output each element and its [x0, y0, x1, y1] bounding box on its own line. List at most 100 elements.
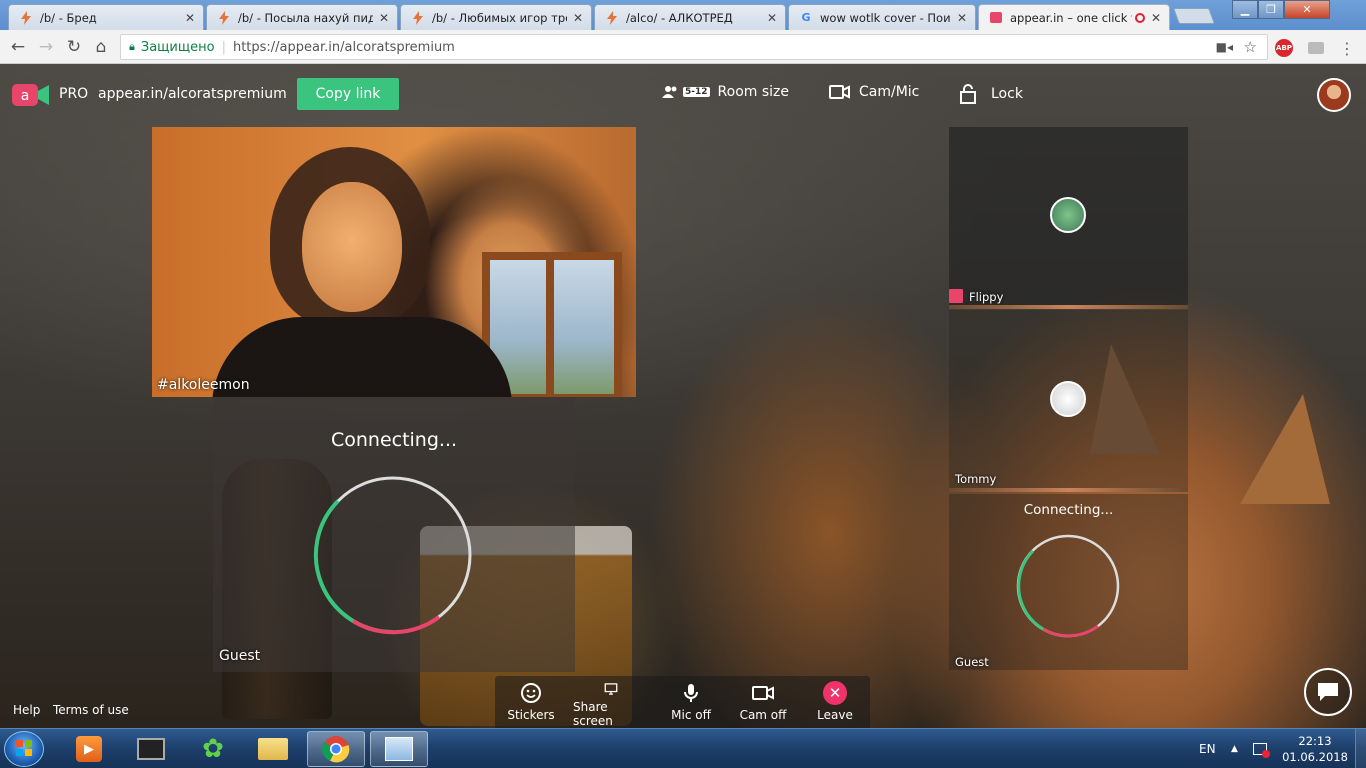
clock[interactable]: 22:13 01.06.2018	[1282, 733, 1348, 765]
camera-icon	[829, 85, 850, 99]
separator: |	[221, 39, 226, 55]
room-size-label: Room size	[717, 84, 789, 100]
extension-icon[interactable]	[1307, 39, 1325, 57]
appear-logo-icon[interactable]: a	[12, 80, 50, 110]
new-tab-button[interactable]	[1173, 8, 1215, 24]
participant-name: Guest	[219, 648, 261, 664]
home-icon[interactable]: ⌂	[91, 37, 111, 57]
help-link[interactable]: Help	[13, 703, 40, 717]
cam-mic-button[interactable]: Cam/Mic	[829, 84, 919, 100]
microphone-icon	[684, 684, 698, 702]
bookmark-star-icon[interactable]: ☆	[1244, 38, 1257, 56]
windows-taskbar: ▶ ✿ EN ▲ 22:13 01.06.2018	[0, 728, 1366, 768]
lock-room-button[interactable]: Lock	[960, 84, 1023, 104]
close-icon[interactable]: ✕	[1149, 11, 1163, 25]
participant-name: Flippy	[969, 290, 1004, 304]
taskbar-chrome[interactable]	[307, 731, 365, 767]
person-face-shape	[302, 182, 402, 312]
mic-off-button[interactable]: Mic off	[665, 676, 717, 728]
adblock-icon[interactable]: ABP	[1275, 39, 1293, 57]
video-tile-flippy[interactable]: Flippy	[949, 127, 1188, 305]
lightning-icon	[19, 10, 33, 25]
tab-b-igor[interactable]: /b/ - Любимых игор тре ✕	[400, 4, 592, 30]
close-icon[interactable]: ✕	[765, 11, 779, 25]
tile-divider	[949, 305, 1188, 309]
participant-name: #alkoleemon	[157, 377, 250, 393]
control-panel-icon	[385, 737, 413, 761]
tab-title: appear.in – one click v	[1010, 10, 1132, 25]
lock-icon: 🔒︎	[129, 40, 135, 53]
windows-logo-icon	[16, 740, 32, 756]
clock-time: 22:13	[1298, 734, 1332, 748]
appear-page: a PRO appear.in/alcoratspremium Copy lin…	[0, 64, 1366, 728]
connecting-status: Connecting...	[330, 429, 458, 451]
room-size-badge: 5-12	[683, 87, 710, 97]
reload-icon[interactable]: ↻	[64, 37, 84, 57]
tab-b-posyla[interactable]: /b/ - Посыла нахуй пида ✕	[206, 4, 398, 30]
room-header: a PRO appear.in/alcoratspremium Copy lin…	[0, 64, 1366, 126]
mic-off-label: Mic off	[671, 708, 711, 722]
video-tile-guest[interactable]: Connecting... Guest	[213, 397, 575, 672]
smiley-icon	[521, 683, 541, 703]
appear-icon	[989, 11, 1003, 25]
video-tile-tommy[interactable]: Tommy	[949, 310, 1188, 488]
tab-appear-in[interactable]: appear.in – one click v ✕	[978, 4, 1170, 30]
chat-button[interactable]	[1304, 668, 1352, 716]
forward-arrow-icon[interactable]: →	[36, 37, 56, 57]
language-indicator[interactable]: EN	[1199, 729, 1216, 768]
close-window-button[interactable]: ✕	[1284, 0, 1330, 19]
address-bar[interactable]: 🔒︎ Защищено | https://appear.in/alcorats…	[120, 34, 1268, 60]
flower-icon: ✿	[202, 734, 224, 764]
connecting-status: Connecting...	[1023, 502, 1114, 518]
tab-google-search[interactable]: G wow wotlk cover - Поиск ✕	[788, 4, 976, 30]
back-arrow-icon[interactable]: ←	[8, 37, 28, 57]
camera-icon	[752, 686, 774, 700]
terms-link[interactable]: Terms of use	[53, 703, 129, 717]
copy-link-button[interactable]: Copy link	[297, 78, 399, 110]
stickers-button[interactable]: Stickers	[507, 676, 555, 728]
close-icon[interactable]: ✕	[183, 11, 197, 25]
cam-off-button[interactable]: Cam off	[737, 676, 789, 728]
tray-expand-icon[interactable]: ▲	[1231, 729, 1238, 768]
user-avatar[interactable]	[1317, 78, 1351, 112]
tab-title: wow wotlk cover - Поиск	[820, 10, 951, 25]
cam-off-label: Cam off	[739, 708, 787, 722]
leave-button[interactable]: ✕ Leave	[813, 676, 857, 728]
taskbar-media-player[interactable]: ▶	[60, 731, 118, 767]
svg-text:a: a	[21, 88, 30, 104]
tab-b-bred[interactable]: /b/ - Бред ✕	[8, 4, 204, 30]
start-button[interactable]	[4, 731, 44, 767]
tab-title: /b/ - Посыла нахуй пида	[238, 10, 373, 25]
tab-alco[interactable]: /alco/ - АЛКОТРЕД ✕	[594, 4, 786, 30]
tile-divider	[949, 488, 1188, 492]
tab-title: /b/ - Любимых игор тре	[432, 10, 567, 25]
browser-tabstrip: /b/ - Бред ✕ /b/ - Посыла нахуй пида ✕ /…	[0, 0, 1366, 30]
folder-icon	[258, 738, 288, 760]
taskbar-icq[interactable]: ✿	[184, 731, 242, 767]
close-icon[interactable]: ✕	[571, 11, 585, 25]
share-screen-button[interactable]: Share screen	[573, 676, 649, 728]
browser-toolbar: ← → ↻ ⌂ 🔒︎ Защищено | https://appear.in/…	[0, 30, 1366, 64]
network-icon[interactable]	[1253, 729, 1270, 768]
people-icon	[662, 86, 677, 98]
secure-label: Защищено	[140, 39, 215, 55]
taskbar-control-panel[interactable]	[370, 731, 428, 767]
maximize-button[interactable]: ❐	[1258, 0, 1284, 19]
leave-x-icon: ✕	[823, 681, 847, 705]
video-tile-alkoleemon[interactable]: #alkoleemon	[152, 127, 636, 397]
taskbar-explorer[interactable]	[244, 731, 302, 767]
lightning-icon	[217, 10, 231, 25]
menu-icon[interactable]: ⋮	[1338, 39, 1356, 58]
room-size-button[interactable]: 5-12 Room size	[662, 84, 789, 100]
video-tile-guest-small[interactable]: Connecting... Guest	[949, 494, 1188, 670]
taskbar-console[interactable]	[122, 731, 180, 767]
room-url: appear.in/alcoratspremium	[98, 86, 287, 102]
plan-label: PRO	[59, 86, 89, 102]
close-icon[interactable]: ✕	[955, 11, 969, 25]
show-desktop-button[interactable]	[1355, 729, 1366, 768]
minimize-button[interactable]: ▁	[1232, 0, 1258, 19]
close-icon[interactable]: ✕	[377, 11, 391, 25]
connecting-spinner-icon	[1016, 534, 1120, 638]
participant-avatar	[1050, 381, 1086, 417]
camera-indicator-icon[interactable]: ■◂	[1216, 40, 1233, 54]
